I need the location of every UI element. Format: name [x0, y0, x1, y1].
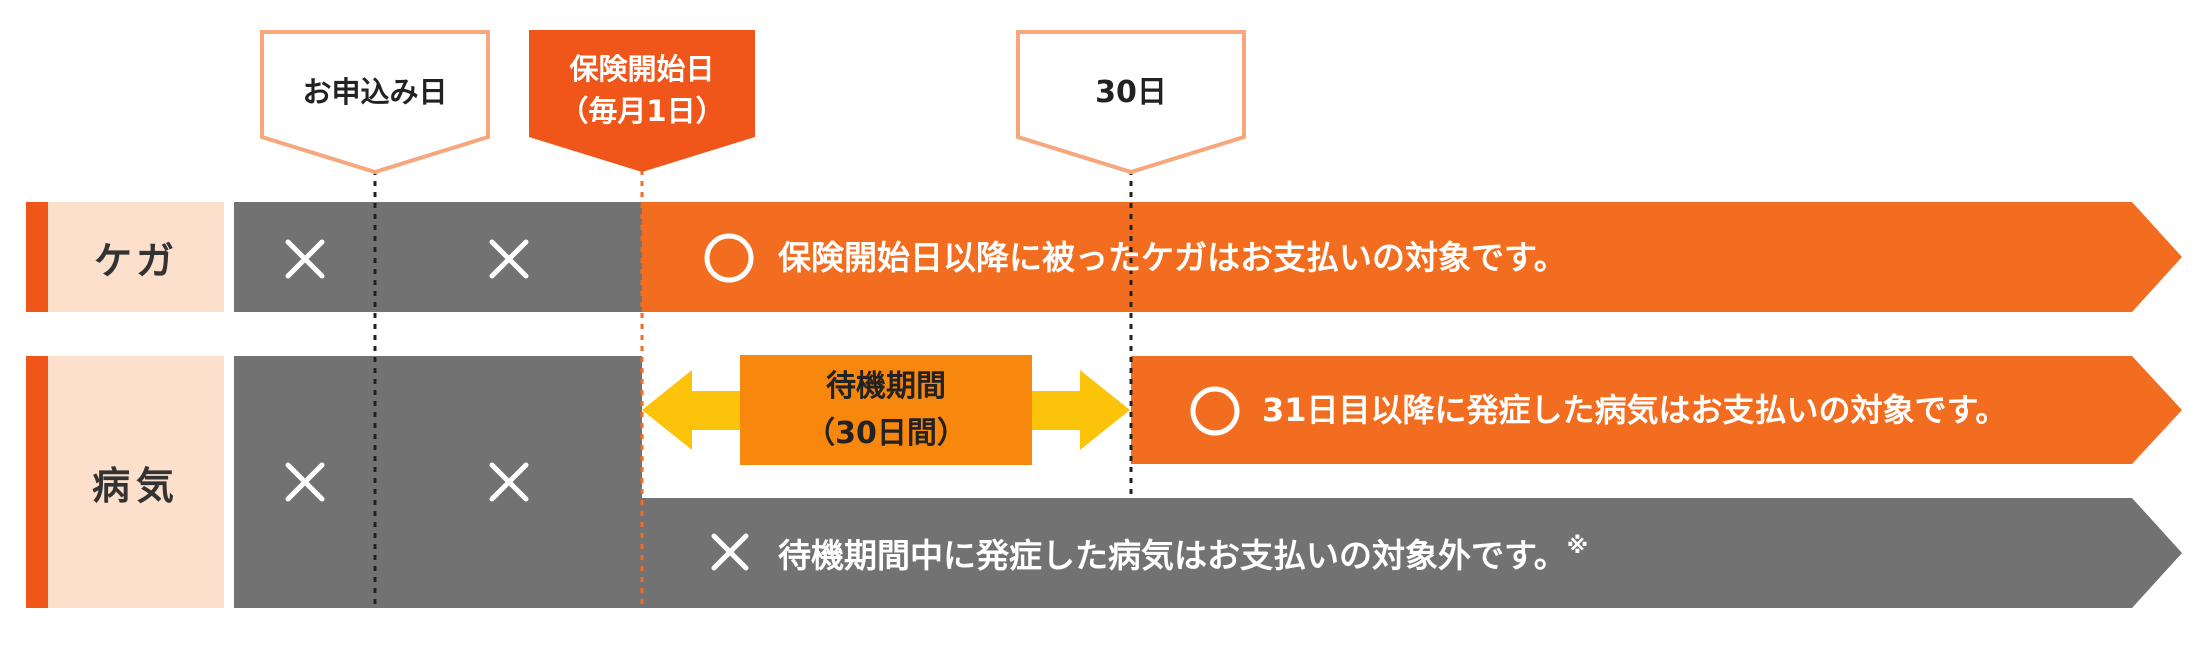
illness-covered-message: 31日目以降に発症した病気はお支払いの対象です。: [1262, 391, 2008, 429]
illness-excluded-message-wrap: 待機期間中に発症した病気はお支払いの対象外です。※: [778, 534, 1589, 575]
injury-label-accent: [26, 202, 48, 312]
waiting-period-duration: （30日間）: [805, 415, 967, 451]
start-date-label: 保険開始日 （毎月1日）: [529, 48, 755, 132]
illness-excluded-message: 待機期間中に発症した病気はお支払いの対象外です。: [778, 536, 1567, 575]
waiting-period-label: 待機期間 （30日間）: [740, 364, 1032, 457]
injury-uncovered-block: [234, 202, 642, 312]
illness-row-label: 病気: [91, 463, 180, 508]
start-date-note: （毎月1日）: [559, 94, 725, 129]
application-date-label: お申込み日: [302, 75, 448, 109]
footnote-mark: ※: [1566, 534, 1589, 559]
waiting-period-title: 待機期間: [826, 369, 946, 404]
illness-label-accent: [26, 356, 48, 608]
illness-uncovered-block: [234, 356, 642, 608]
start-date-title: 保険開始日: [569, 52, 715, 86]
injury-covered-message: 保険開始日以降に被ったケガはお支払いの対象です。: [778, 238, 1567, 277]
day30-label: 30日: [1095, 75, 1167, 110]
injury-row-label: ケガ: [93, 238, 178, 283]
